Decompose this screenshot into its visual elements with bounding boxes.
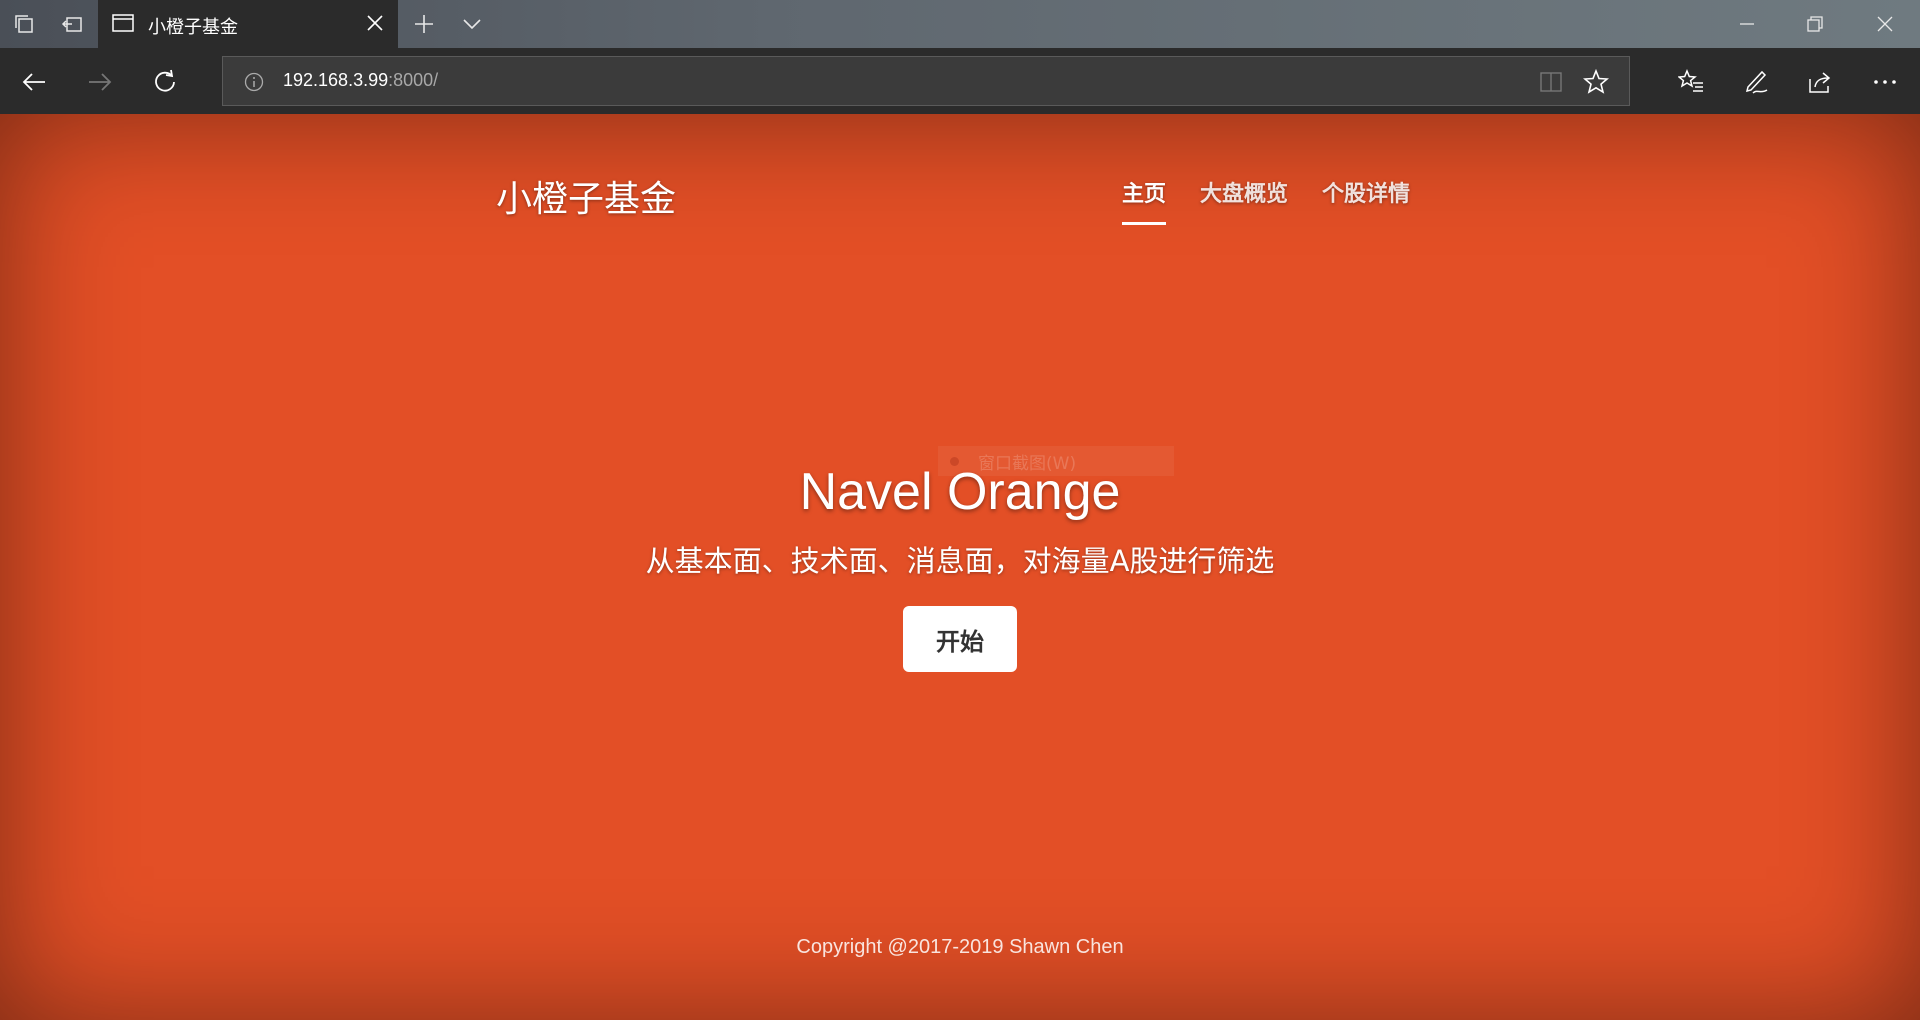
footer-copyright: Copyright @2017-2019 Shawn Chen xyxy=(796,936,1124,958)
hero-subtitle: 从基本面、技术面、消息面，对海量A股进行筛选 xyxy=(645,544,1275,578)
set-aside-tabs-icon[interactable] xyxy=(60,12,84,36)
site-info-icon[interactable] xyxy=(243,71,265,98)
pen-notes-icon[interactable] xyxy=(1742,68,1770,96)
nav-item-stock-detail[interactable]: 个股详情 xyxy=(1322,176,1410,225)
site-brand[interactable]: 小橙子基金 xyxy=(496,170,676,222)
page-icon xyxy=(112,13,134,38)
minimize-icon[interactable] xyxy=(1735,12,1759,36)
browser-tab-bar: 小橙子基金 xyxy=(0,0,1920,48)
tab-title: 小橙子基金 xyxy=(148,17,238,38)
tab-active[interactable]: 小橙子基金 xyxy=(98,0,398,48)
add-favorite-star-icon[interactable] xyxy=(1582,68,1610,100)
back-arrow-icon[interactable] xyxy=(20,68,48,96)
tab-manager-icon[interactable] xyxy=(12,12,36,36)
url-text[interactable]: 192.168.3.99:8000/ xyxy=(283,70,438,91)
restore-icon[interactable] xyxy=(1803,12,1827,36)
more-options-icon[interactable] xyxy=(1871,68,1899,96)
start-button[interactable]: 开始 xyxy=(903,606,1017,672)
reading-view-icon[interactable] xyxy=(1539,70,1563,99)
chevron-down-icon[interactable] xyxy=(460,12,484,36)
forward-arrow-icon[interactable] xyxy=(86,68,114,96)
new-tab-icon[interactable] xyxy=(412,12,436,36)
hero-title: Navel Orange xyxy=(799,463,1121,521)
close-tab-icon[interactable] xyxy=(366,14,384,37)
close-window-icon[interactable] xyxy=(1873,12,1897,36)
favorites-icon[interactable] xyxy=(1677,68,1705,96)
site-nav: 主页 大盘概览 个股详情 xyxy=(1122,176,1410,225)
address-bar[interactable]: 192.168.3.99:8000/ xyxy=(222,56,1630,106)
nav-item-home[interactable]: 主页 xyxy=(1122,176,1167,225)
refresh-icon[interactable] xyxy=(151,68,179,96)
share-icon[interactable] xyxy=(1806,68,1834,96)
nav-item-market-overview[interactable]: 大盘概览 xyxy=(1200,176,1288,225)
page-body: 小橙子基金 主页 大盘概览 个股详情 窗口截图(W) Navel Orange … xyxy=(0,114,1920,1020)
